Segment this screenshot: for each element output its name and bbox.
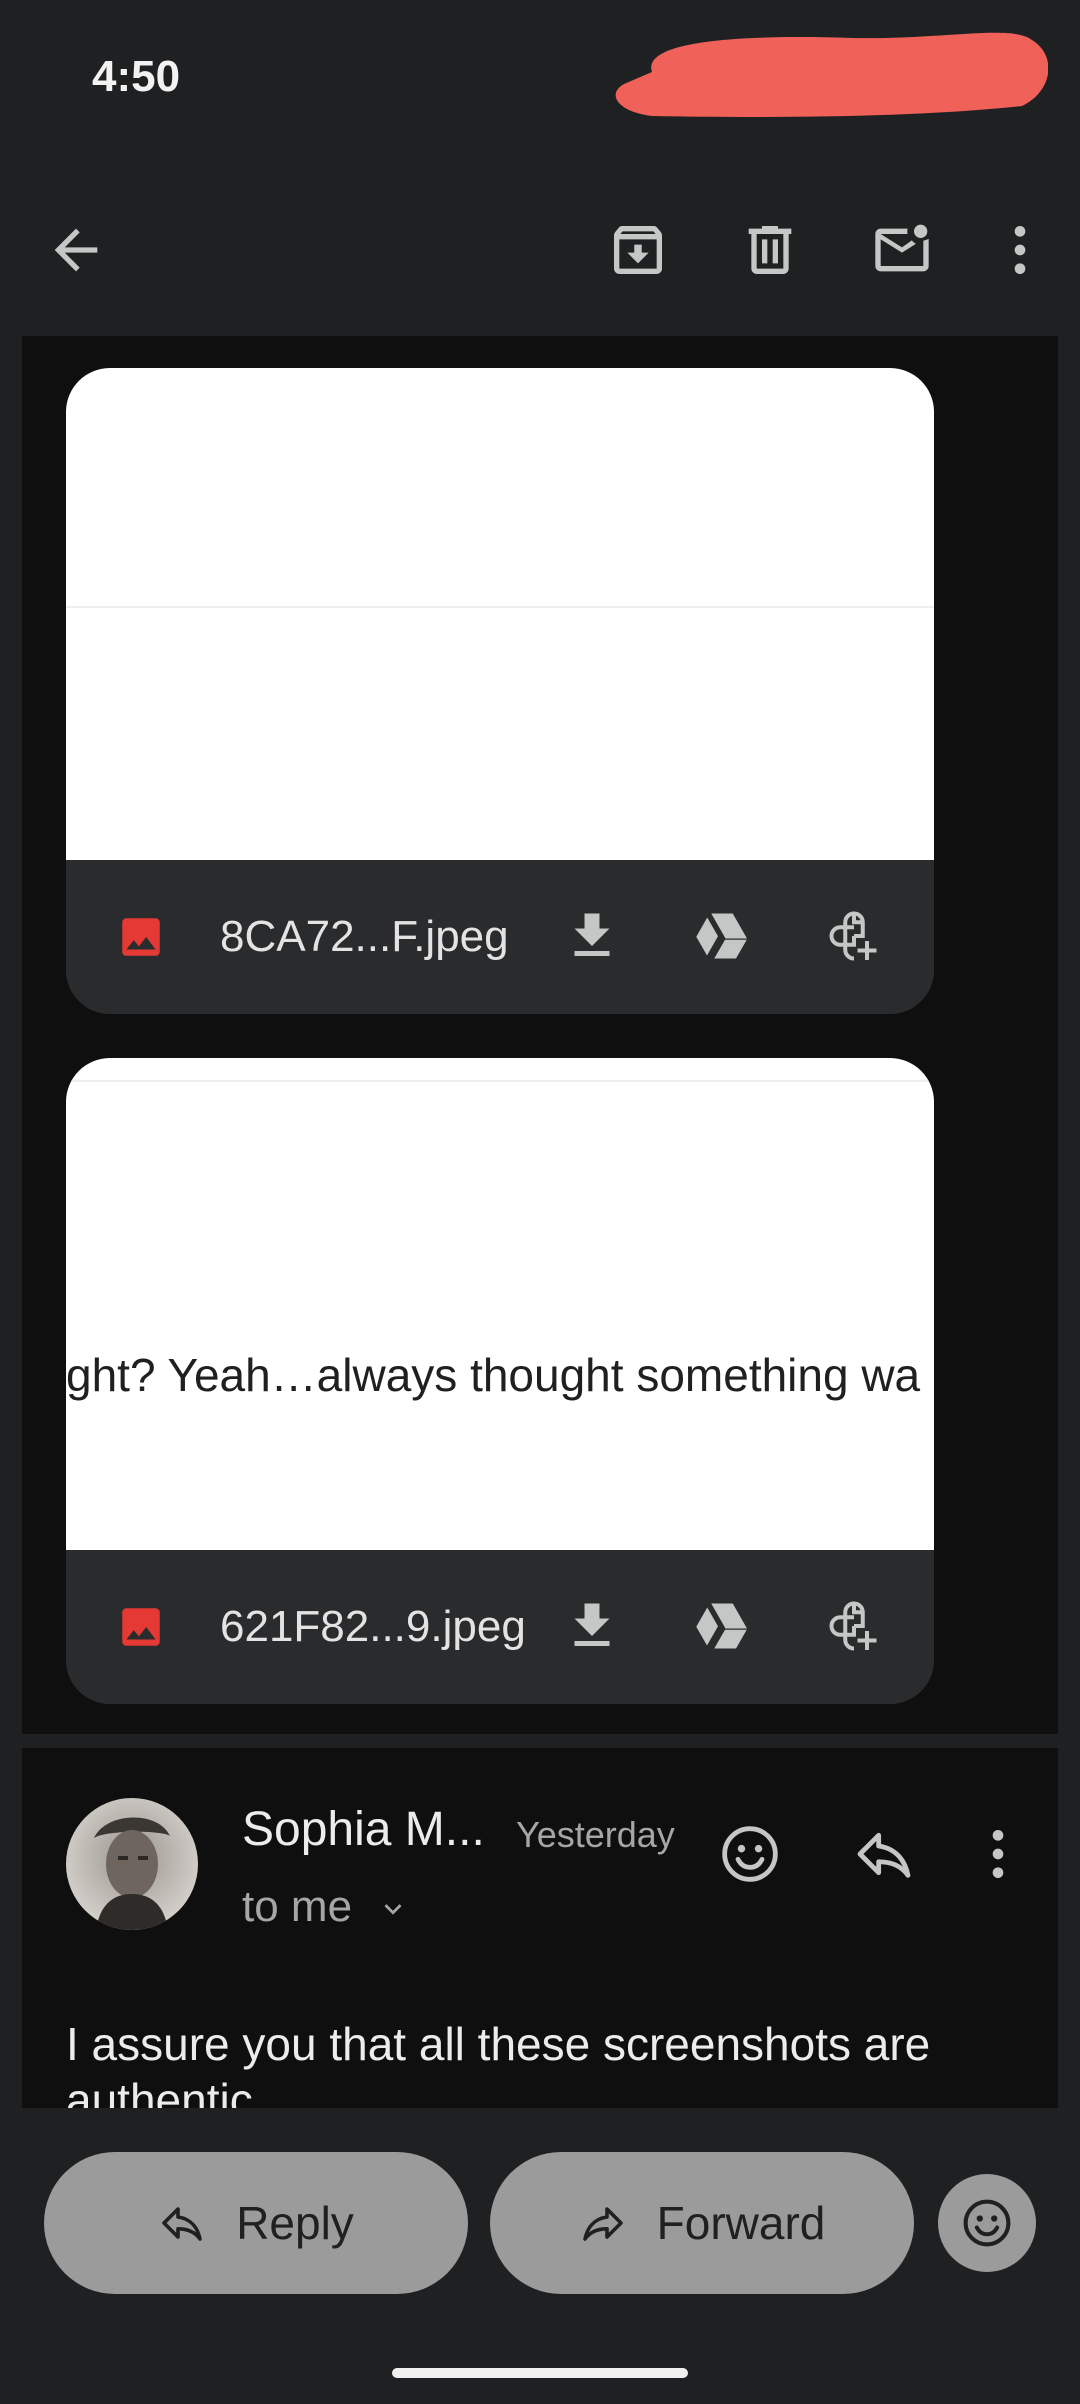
status-time: 4:50 bbox=[92, 52, 181, 101]
chevron-down-icon bbox=[384, 1904, 402, 1916]
reply-label: Reply bbox=[236, 2197, 354, 2249]
archive-icon[interactable] bbox=[606, 218, 670, 282]
avatar[interactable] bbox=[66, 1798, 198, 1930]
recipient-toggle[interactable]: to me bbox=[242, 1882, 410, 1932]
recipient-label: to me bbox=[242, 1882, 353, 1931]
more-vert-icon[interactable] bbox=[966, 1822, 1030, 1886]
forward-label: Forward bbox=[656, 2197, 826, 2249]
status-bar: 4:50 bbox=[0, 0, 1080, 160]
reply-icon[interactable] bbox=[852, 1822, 916, 1886]
emoji-icon bbox=[963, 2199, 1011, 2247]
more-vert-icon[interactable] bbox=[988, 218, 1052, 282]
reply-button[interactable]: Reply bbox=[44, 2152, 468, 2294]
forward-icon bbox=[582, 2207, 623, 2241]
redaction-mark bbox=[615, 32, 1048, 117]
message-body: I assure you that all these screenshots … bbox=[66, 2018, 931, 2108]
forward-button[interactable]: Forward bbox=[490, 2152, 914, 2294]
sender-name[interactable]: Sophia M... bbox=[242, 1802, 485, 1857]
emoji-reaction-icon[interactable] bbox=[718, 1822, 782, 1886]
reply-icon bbox=[162, 2207, 202, 2241]
trash-icon[interactable] bbox=[738, 218, 802, 282]
arrow-back-icon[interactable] bbox=[44, 218, 108, 282]
emoji-react-button[interactable] bbox=[938, 2174, 1036, 2272]
message-header: Sophia M... Yesterday to me I assure you… bbox=[22, 336, 1058, 2108]
top-toolbar bbox=[0, 160, 1080, 336]
home-indicator[interactable] bbox=[392, 2368, 688, 2378]
message-thread: 8CA72...F.jpeg ght? Yeah…always thought … bbox=[22, 336, 1058, 2108]
message-date: Yesterday bbox=[516, 1814, 675, 1855]
mail-unread-icon[interactable] bbox=[870, 218, 934, 282]
avatar-photo bbox=[66, 1798, 198, 1930]
